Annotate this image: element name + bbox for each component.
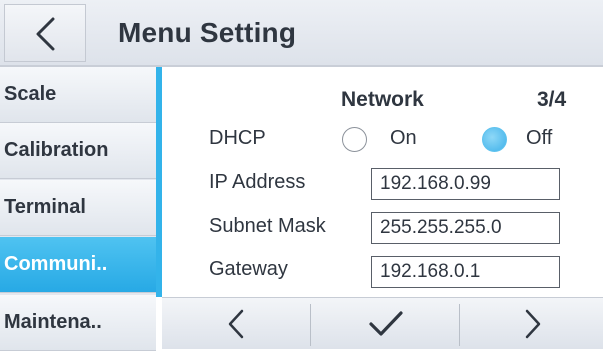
ip-address-label: IP Address [209, 171, 306, 193]
gateway-field[interactable]: 192.168.0.1 [371, 256, 560, 288]
ip-address-field[interactable]: 192.168.0.99 [371, 168, 560, 200]
checkmark-icon [369, 311, 403, 336]
sidebar-item-communication[interactable]: Communi.. [0, 237, 156, 293]
menu-setting-screen: Menu Setting Scale Calibration Terminal … [0, 0, 603, 351]
bottom-nav-bar [162, 297, 603, 349]
page-title: Menu Setting [118, 17, 297, 48]
gateway-label: Gateway [209, 258, 288, 280]
chevron-left-icon [36, 17, 55, 51]
chevron-right-icon [525, 309, 541, 339]
dhcp-off-radio[interactable] [482, 127, 507, 152]
confirm-button[interactable] [311, 298, 459, 349]
sidebar-item-terminal[interactable]: Terminal [0, 180, 156, 236]
subnet-mask-field[interactable]: 255.255.255.0 [371, 212, 560, 244]
next-page-button[interactable] [460, 298, 603, 349]
network-settings-panel: Network 3/4 DHCP On Off IP Address 192.1… [162, 67, 603, 297]
dhcp-on-label[interactable]: On [390, 127, 417, 150]
sidebar-item-maintenance[interactable]: Maintena.. [0, 295, 156, 351]
header-bar: Menu Setting [0, 0, 603, 67]
previous-page-button[interactable] [162, 298, 310, 349]
back-button[interactable] [4, 4, 86, 62]
subnet-mask-label: Subnet Mask [209, 215, 326, 237]
dhcp-label: DHCP [209, 127, 266, 149]
sidebar-item-calibration[interactable]: Calibration [0, 123, 156, 179]
dhcp-on-radio[interactable] [342, 127, 367, 152]
section-title: Network [341, 88, 424, 111]
dhcp-off-label[interactable]: Off [526, 127, 552, 150]
sidebar: Scale Calibration Terminal Communi.. Mai… [0, 67, 156, 351]
sidebar-item-scale[interactable]: Scale [0, 67, 156, 123]
chevron-left-icon [228, 309, 244, 339]
page-indicator: 3/4 [537, 88, 567, 111]
